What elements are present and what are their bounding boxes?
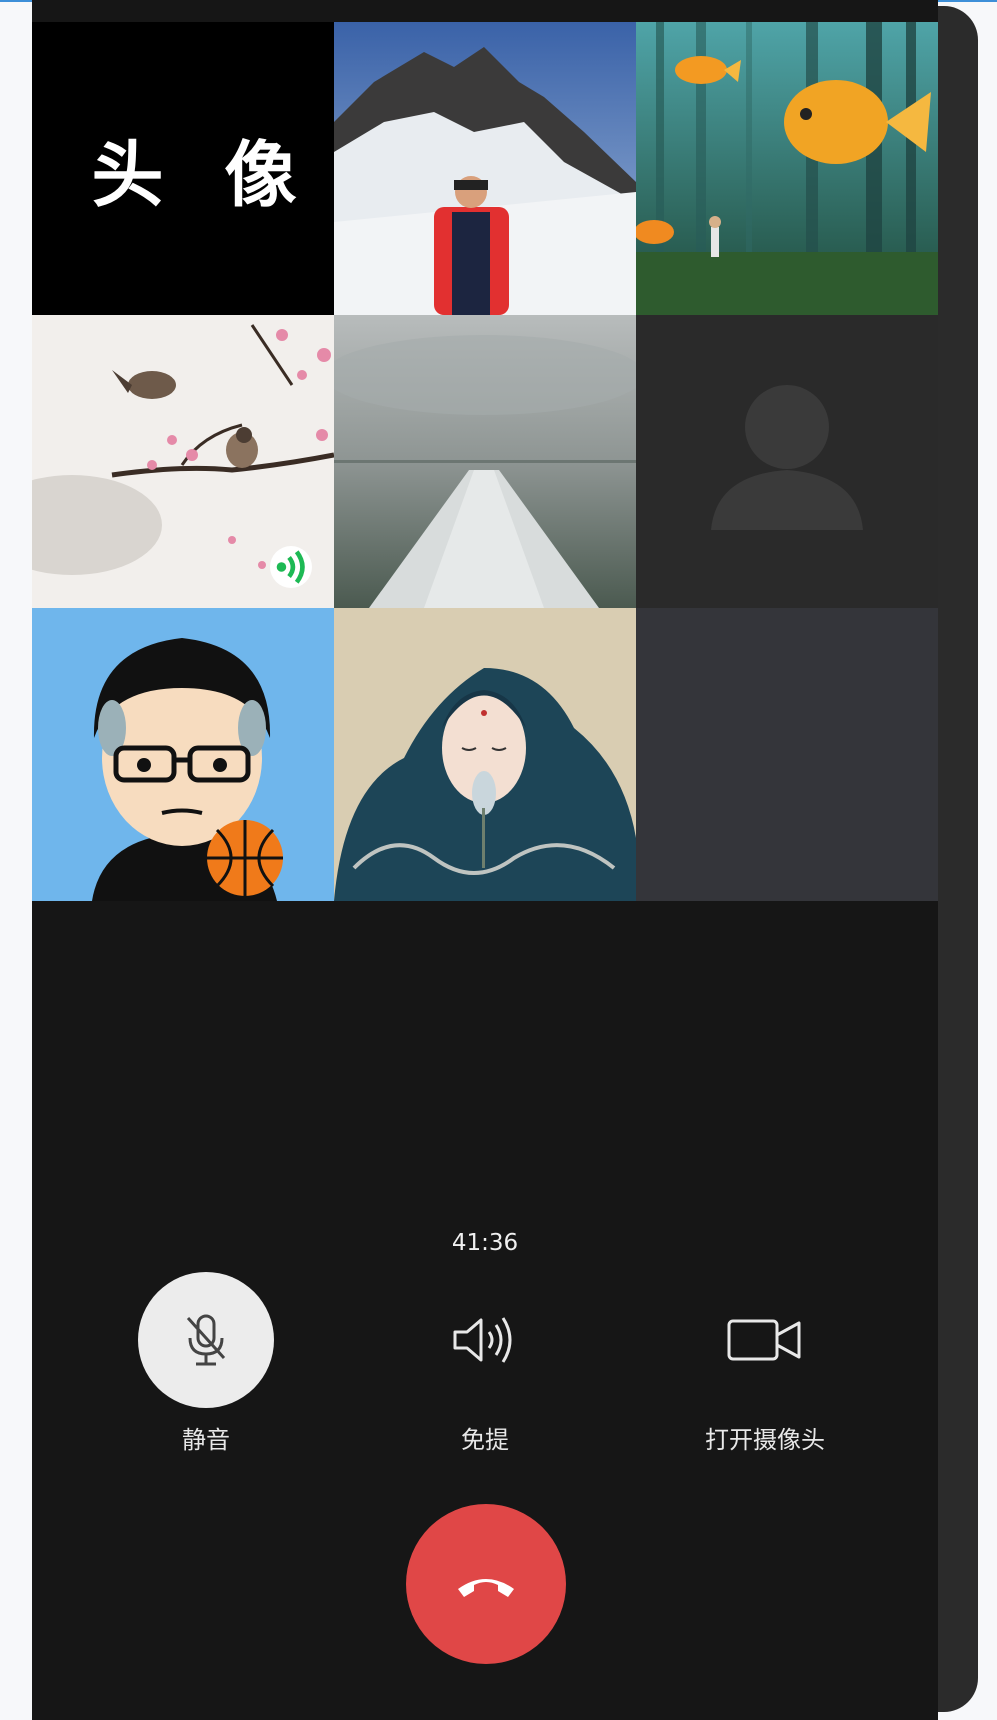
mute-button[interactable] <box>138 1272 274 1408</box>
sound-wave-icon <box>276 550 305 584</box>
speaker-button[interactable] <box>417 1272 553 1408</box>
participant-tile-4[interactable] <box>32 315 334 608</box>
video-camera-icon <box>727 1319 801 1361</box>
default-person-icon <box>711 385 863 530</box>
participant-tile-2[interactable] <box>334 22 636 315</box>
participant-tile-9-empty <box>636 608 938 901</box>
speaker-control: 免提 <box>385 1272 585 1455</box>
participant-tile-6[interactable] <box>636 315 938 608</box>
phone-hangup-icon <box>458 1579 514 1597</box>
participant-tile-3[interactable] <box>636 22 938 315</box>
cartoon-avatar-image <box>32 608 334 901</box>
call-timer: 41:36 <box>451 1230 519 1256</box>
goldfish-avatar-image <box>636 22 938 315</box>
mute-control: 静音 <box>106 1272 306 1455</box>
participant-grid: 头 像 <box>32 22 938 902</box>
mic-off-icon <box>186 1314 226 1366</box>
mute-label: 静音 <box>182 1426 230 1454</box>
hangup-button[interactable] <box>406 1504 566 1664</box>
speaker-icon <box>453 1317 512 1363</box>
camera-button[interactable] <box>697 1272 833 1408</box>
pier-avatar-image <box>334 315 636 608</box>
speaking-indicator <box>270 546 312 588</box>
camera-label: 打开摄像头 <box>705 1426 825 1454</box>
participant-tile-7[interactable] <box>32 608 334 901</box>
speaker-label: 免提 <box>461 1426 509 1454</box>
mountain-avatar-image <box>334 22 636 315</box>
participant-tile-1[interactable]: 头 像 <box>32 22 334 315</box>
call-screen: 头 像 41:36 静音 免提 打开摄像头 <box>32 0 938 1720</box>
participant-tile-8[interactable] <box>334 608 636 901</box>
avatar-text: 头 像 <box>91 132 315 217</box>
woman-art-avatar-image <box>334 608 636 901</box>
camera-control: 打开摄像头 <box>665 1272 865 1455</box>
participant-tile-5[interactable] <box>334 315 636 608</box>
